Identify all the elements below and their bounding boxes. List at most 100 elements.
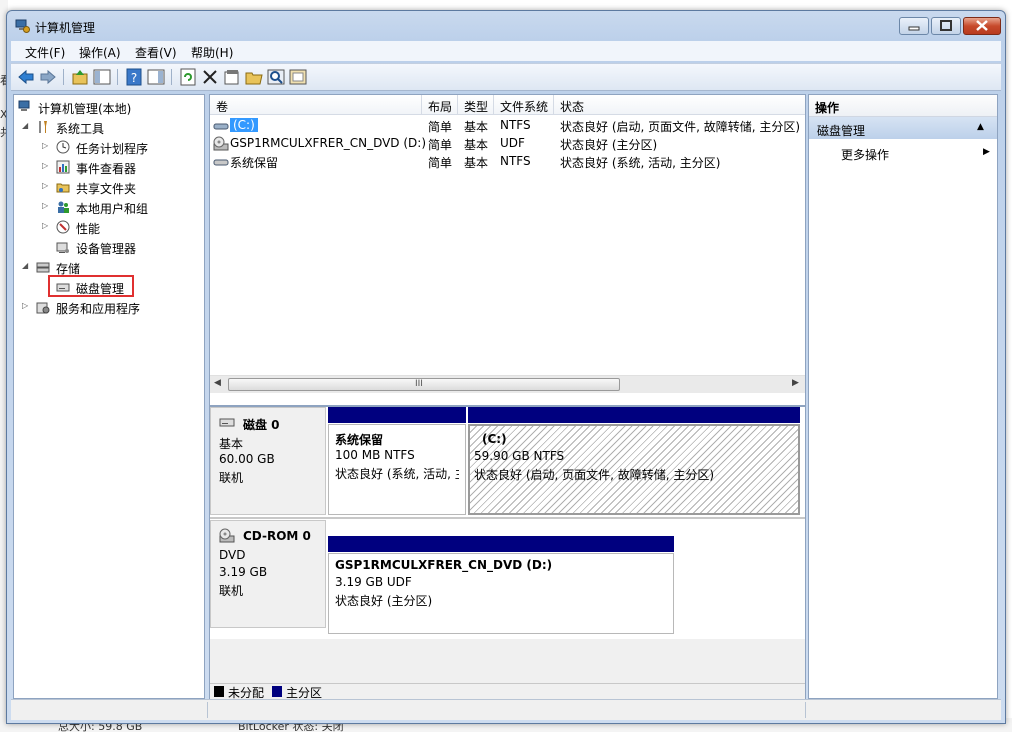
collapse-up-icon[interactable]: ▲ [977, 122, 984, 132]
expand-arrow-icon[interactable]: ▷ [42, 202, 50, 210]
tree-item-root[interactable]: 计算机管理(本地) [14, 97, 202, 117]
volume-list: 卷 布局 类型 文件系统 状态 (C:) 简单 基本 NTFS 状态良好 (启动… [209, 94, 806, 406]
tree-item-event-viewer[interactable]: ▷ 事件查看器 [14, 157, 202, 177]
scrollbar-thumb[interactable]: III [228, 378, 620, 391]
actions-pane: 操作 磁盘管理 ▲ 更多操作 ▶ [808, 94, 998, 699]
expand-arrow-icon[interactable]: ▷ [42, 222, 50, 230]
expand-arrow-icon[interactable]: ▷ [42, 162, 50, 170]
delete-icon[interactable] [201, 68, 219, 86]
close-button[interactable] [963, 17, 1001, 35]
back-icon[interactable] [17, 68, 35, 86]
storage-icon [36, 262, 50, 273]
volume-name: GSP1RMCULXFRER_CN_DVD (D:) [230, 136, 427, 150]
menu-file[interactable]: 文件(F) [25, 44, 65, 61]
status-divider [207, 702, 208, 718]
partition-system-reserved[interactable]: 系统保留 100 MB NTFS 状态良好 (系统, 活动, 主 [328, 407, 466, 515]
disk-name: CD-ROM 0 [243, 529, 311, 543]
show-hide-tree-icon[interactable] [93, 68, 111, 86]
expand-arrow-icon[interactable]: ▷ [22, 302, 30, 310]
partition-dvd[interactable]: GSP1RMCULXFRER_CN_DVD (D:) 3.19 GB UDF 状… [328, 536, 674, 636]
tree-item-services-apps[interactable]: ▷ 服务和应用程序 [14, 297, 202, 317]
maximize-button[interactable] [931, 17, 961, 35]
scroll-grip: III [415, 379, 423, 389]
open-icon[interactable] [245, 68, 263, 86]
tree-item-label: 任务计划程序 [76, 142, 149, 156]
actions-group-disk-management[interactable]: 磁盘管理 ▲ [809, 117, 997, 139]
help-icon[interactable]: ? [125, 68, 143, 86]
collapse-arrow-icon[interactable]: ◢ [22, 122, 30, 130]
tree-item-shared-folders[interactable]: ▷ 共享文件夹 [14, 177, 202, 197]
more-actions-item[interactable]: 更多操作 [841, 146, 889, 163]
up-folder-icon[interactable] [71, 68, 89, 86]
table-row[interactable]: GSP1RMCULXFRER_CN_DVD (D:) 简单 基本 UDF 状态良… [210, 135, 805, 153]
minimize-icon [908, 26, 920, 31]
tree-item-label: 共享文件夹 [76, 182, 137, 196]
volume-filesystem: NTFS [500, 154, 531, 168]
users-icon [58, 201, 69, 213]
event-viewer-icon [56, 160, 70, 174]
partition-body: GSP1RMCULXFRER_CN_DVD (D:) 3.19 GB UDF 状… [328, 553, 674, 634]
title-bar[interactable]: 计算机管理 [7, 11, 1005, 41]
menu-action[interactable]: 操作(A) [79, 44, 121, 61]
menu-help[interactable]: 帮助(H) [191, 44, 233, 61]
expand-arrow-icon[interactable]: ▷ [42, 142, 50, 150]
volume-status: 状态良好 (启动, 页面文件, 故障转储, 主分区) [560, 120, 801, 134]
disk-kind: 基本 [219, 437, 244, 451]
tree-item-system-tools[interactable]: ◢ 系统工具 [14, 117, 202, 137]
minimize-button[interactable] [899, 17, 929, 35]
expand-arrow-icon[interactable]: ▷ [42, 182, 50, 190]
column-header-volume[interactable]: 卷 [210, 95, 422, 115]
column-header-type[interactable]: 类型 [458, 95, 494, 115]
tree-item-storage[interactable]: ◢ 存储 [14, 257, 202, 277]
table-row[interactable]: (C:) 简单 基本 NTFS 状态良好 (启动, 页面文件, 故障转储, 主分… [210, 117, 805, 135]
cdrom-0-label[interactable]: CD-ROM 0 DVD 3.19 GB 联机 [210, 520, 326, 628]
disk-0-label[interactable]: 磁盘 0 基本 60.00 GB 联机 [210, 407, 326, 515]
volume-layout: 简单 [428, 138, 453, 152]
status-divider [805, 702, 806, 718]
properties-icon[interactable] [223, 68, 241, 86]
forward-icon[interactable] [39, 68, 57, 86]
device-manager-icon [56, 242, 69, 253]
tree-item-label: 系统工具 [56, 122, 105, 136]
column-header-filesystem[interactable]: 文件系统 [494, 95, 554, 115]
table-row[interactable]: 系统保留 简单 基本 NTFS 状态良好 (系统, 活动, 主分区) [210, 153, 805, 171]
show-hide-action-icon[interactable] [147, 68, 165, 86]
submenu-arrow-icon: ▶ [983, 147, 990, 157]
partition-name: GSP1RMCULXFRER_CN_DVD (D:) [335, 558, 553, 572]
tree-item-local-users[interactable]: ▷ 本地用户和组 [14, 197, 202, 217]
legend-swatch-primary [272, 686, 282, 697]
tree-item-task-scheduler[interactable]: ▷ 任务计划程序 [14, 137, 202, 157]
disk-map: 磁盘 0 基本 60.00 GB 联机 系统保留 100 MB NTFS 状态良… [209, 406, 806, 700]
tree-item-device-manager[interactable]: 设备管理器 [14, 237, 202, 257]
export-icon[interactable] [289, 68, 307, 86]
column-header-layout[interactable]: 布局 [422, 95, 458, 115]
partition-size: 100 MB NTFS [335, 448, 415, 462]
refresh-icon[interactable] [179, 68, 197, 86]
dvd-drive-icon [219, 528, 235, 543]
search-icon[interactable] [267, 68, 285, 86]
collapse-arrow-icon[interactable]: ◢ [22, 262, 30, 270]
volume-status: 状态良好 (主分区) [560, 138, 658, 152]
window-title: 计算机管理 [35, 21, 96, 35]
scroll-right-arrow-icon[interactable]: ▶ [792, 378, 799, 388]
tree-item-disk-management[interactable]: 磁盘管理 [14, 275, 202, 297]
column-header-status[interactable]: 状态 [554, 95, 805, 115]
volume-icon [213, 123, 229, 130]
tree-item-label: 设备管理器 [76, 242, 137, 256]
partition-c[interactable]: (C:) 59.90 GB NTFS 状态良好 (启动, 页面文件, 故障转储,… [468, 407, 800, 515]
partition-name: 系统保留 [335, 433, 384, 447]
tree-item-performance[interactable]: ▷ 性能 [14, 217, 202, 237]
disk-state: 联机 [219, 584, 244, 598]
services-icon [36, 302, 50, 314]
partition-body-selected: (C:) 59.90 GB NTFS 状态良好 (启动, 页面文件, 故障转储,… [468, 424, 800, 515]
menu-view[interactable]: 查看(V) [135, 44, 177, 61]
scroll-left-arrow-icon[interactable]: ◀ [214, 378, 221, 388]
horizontal-scrollbar[interactable]: ◀ III ▶ [210, 375, 805, 393]
toolbar-separator [117, 69, 118, 85]
volume-type: 基本 [464, 138, 489, 152]
partition-size: 3.19 GB UDF [335, 575, 412, 589]
partition-size: 59.90 GB NTFS [474, 449, 565, 463]
tree-item-label: 事件查看器 [76, 162, 137, 176]
volume-layout: 简单 [428, 120, 453, 134]
tree-item-label: 服务和应用程序 [56, 302, 141, 316]
